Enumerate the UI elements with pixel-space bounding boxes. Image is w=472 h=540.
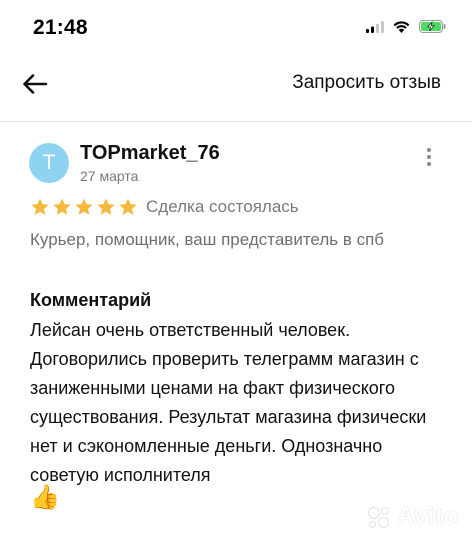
review-role: Курьер, помощник, ваш представитель в сп…	[30, 230, 385, 249]
request-review-button[interactable]: Запросить отзыв	[292, 72, 441, 94]
deal-status: Сделка состоялась	[146, 197, 299, 216]
star-rating	[30, 197, 138, 217]
arrow-left-icon	[23, 74, 48, 94]
more-dot-icon	[427, 162, 431, 166]
signal-icon	[366, 20, 384, 33]
star-icon	[119, 198, 137, 215]
thumbs-up-emoji: 👍	[30, 484, 60, 511]
nav-bar: Запросить отзыв	[0, 60, 472, 108]
comment-text: Лейсан очень ответственный человек. Дого…	[30, 320, 427, 485]
watermark-text: Avito	[397, 503, 459, 530]
review-date: 27 марта	[80, 168, 139, 184]
avatar-letter: T	[42, 151, 56, 174]
comment-title: Комментарий	[30, 290, 152, 310]
divider	[0, 121, 472, 122]
star-icon	[53, 198, 71, 215]
avatar[interactable]: T	[29, 143, 69, 183]
star-icon	[31, 198, 49, 215]
avito-watermark: Avito	[366, 503, 459, 531]
status-icons	[366, 20, 446, 33]
more-dot-icon	[427, 148, 431, 152]
star-icon	[97, 198, 115, 215]
more-options-button[interactable]	[417, 145, 441, 169]
avito-logo-icon	[366, 504, 392, 530]
back-button[interactable]	[18, 68, 52, 100]
star-icon	[75, 198, 93, 215]
battery-charging-icon	[419, 20, 446, 33]
wifi-icon	[393, 20, 410, 33]
rating-row: Сделка состоялась	[30, 195, 299, 219]
user-name[interactable]: TOPmarket_76	[80, 142, 220, 165]
status-time: 21:48	[33, 16, 88, 39]
more-dot-icon	[427, 155, 431, 159]
status-bar: 21:48	[0, 0, 472, 56]
